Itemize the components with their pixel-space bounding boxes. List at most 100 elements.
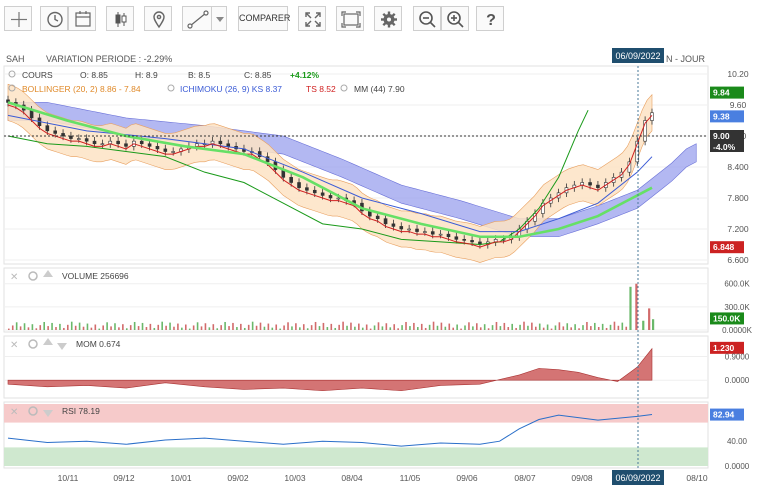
candle	[289, 177, 293, 183]
volume-bar	[444, 326, 447, 330]
volume-bar	[110, 326, 112, 330]
candle	[383, 218, 388, 225]
zoom-out-button[interactable]	[413, 6, 441, 31]
zoom-in-button[interactable]	[441, 6, 469, 31]
volume-bar	[464, 325, 466, 330]
candle	[446, 233, 451, 238]
volume-bar	[82, 326, 85, 330]
candle	[462, 239, 467, 241]
volume-bar	[401, 325, 403, 330]
volume-bar	[652, 319, 655, 330]
volume-bar	[63, 327, 65, 330]
volume-bar	[184, 324, 187, 330]
candle	[454, 236, 459, 240]
volume-bar	[47, 326, 49, 330]
y-tick-label: 7.200	[727, 224, 749, 234]
volume-bar	[342, 321, 344, 330]
y-tick-label: 0.0000K	[722, 326, 752, 335]
y-tick-label: 600.0K	[724, 280, 750, 289]
y-tick-label: 7.800	[727, 193, 749, 203]
volume-bar	[436, 325, 439, 330]
volume-bar	[295, 323, 297, 330]
trendline-button[interactable]	[182, 6, 212, 31]
marker-icon	[153, 11, 165, 29]
variation-label: VARIATION PERIODE : -2.29%	[46, 54, 172, 64]
ichimoku-ts-label: TS 8.52	[306, 84, 336, 94]
x-tick-label: 09/12	[113, 473, 135, 483]
fullscreen-button[interactable]	[336, 6, 364, 31]
volume-bar	[642, 320, 645, 330]
close-icon[interactable]: ✕	[10, 407, 18, 418]
expand-icon	[305, 12, 321, 27]
x-tick-label: 10/01	[170, 473, 192, 483]
chart-area[interactable]: SAH VARIATION PERIODE : -2.29% N - JOUR …	[0, 40, 765, 486]
volume-bar	[314, 321, 317, 330]
candle	[139, 140, 144, 145]
settings-button[interactable]	[374, 6, 402, 31]
candle	[226, 143, 231, 147]
volume-bar	[98, 328, 101, 330]
volume-bar	[491, 325, 494, 330]
crosshair-button[interactable]	[4, 6, 32, 31]
volume-badge: 150.0K	[713, 313, 741, 323]
expand-button[interactable]	[298, 6, 326, 31]
volume-bar	[279, 328, 281, 330]
zoom-in-icon	[447, 11, 464, 28]
volume-bar	[51, 322, 53, 330]
mm-label: MM (44) 7.90	[354, 84, 405, 94]
y-tick-label: 300.0K	[724, 303, 750, 312]
volume-bar	[601, 323, 604, 330]
volume-bar	[153, 327, 156, 330]
chart-toolbar: COMPARER ?	[0, 0, 765, 41]
y-tick-label: 9.60	[730, 100, 747, 110]
volume-bar	[586, 321, 588, 330]
volume-bar	[476, 323, 478, 330]
volume-bar	[648, 308, 651, 330]
ticker-label: SAH	[6, 54, 25, 64]
volume-bar	[428, 324, 431, 330]
volume-bar	[55, 327, 57, 330]
volume-bar	[255, 325, 258, 330]
volume-bar	[538, 323, 541, 330]
volume-bar	[118, 327, 120, 330]
volume-bar	[574, 324, 576, 330]
candle	[124, 143, 128, 147]
x-tick-label: 10/11	[58, 473, 79, 483]
volume-bar	[220, 325, 222, 330]
trendline-dropdown[interactable]	[211, 6, 227, 31]
compare-button[interactable]: COMPARER	[238, 6, 290, 31]
chart-app: COMPARER ? SAH VARIATION PERIODE : -2.29…	[0, 0, 765, 486]
volume-bar	[405, 321, 407, 330]
candle	[328, 195, 333, 199]
volume-bar	[495, 321, 498, 330]
volume-bar	[66, 324, 69, 330]
close-icon[interactable]: ✕	[10, 272, 18, 283]
volume-bar	[503, 322, 506, 330]
volume-bar	[546, 324, 549, 330]
volume-bar	[531, 322, 533, 330]
y-tick-label: 8.400	[727, 162, 749, 172]
volume-bar	[621, 322, 624, 330]
calendar-button[interactable]	[68, 6, 96, 31]
volume-bar	[385, 323, 388, 330]
marker-button[interactable]	[144, 6, 172, 31]
close-icon[interactable]: ✕	[10, 340, 18, 351]
volume-bar	[432, 321, 435, 330]
x-tick-label: 08/07	[514, 473, 536, 483]
zoom-out-icon	[419, 11, 436, 28]
x-tick-label: 09/06	[456, 473, 478, 483]
price-badge: 6.848	[713, 242, 735, 252]
volume-bar	[562, 326, 565, 330]
volume-bar	[629, 286, 632, 330]
volume-bar	[8, 328, 10, 330]
candlestick-button[interactable]	[106, 6, 134, 31]
candle	[391, 223, 396, 227]
volume-bar	[369, 328, 372, 330]
volume-bar	[145, 327, 148, 330]
volume-bar	[515, 327, 517, 330]
history-button[interactable]	[40, 6, 68, 31]
volume-bar	[318, 326, 321, 330]
volume-bar	[216, 328, 219, 330]
help-button[interactable]: ?	[476, 6, 504, 31]
date-badge-top: 06/09/2022	[615, 51, 660, 61]
